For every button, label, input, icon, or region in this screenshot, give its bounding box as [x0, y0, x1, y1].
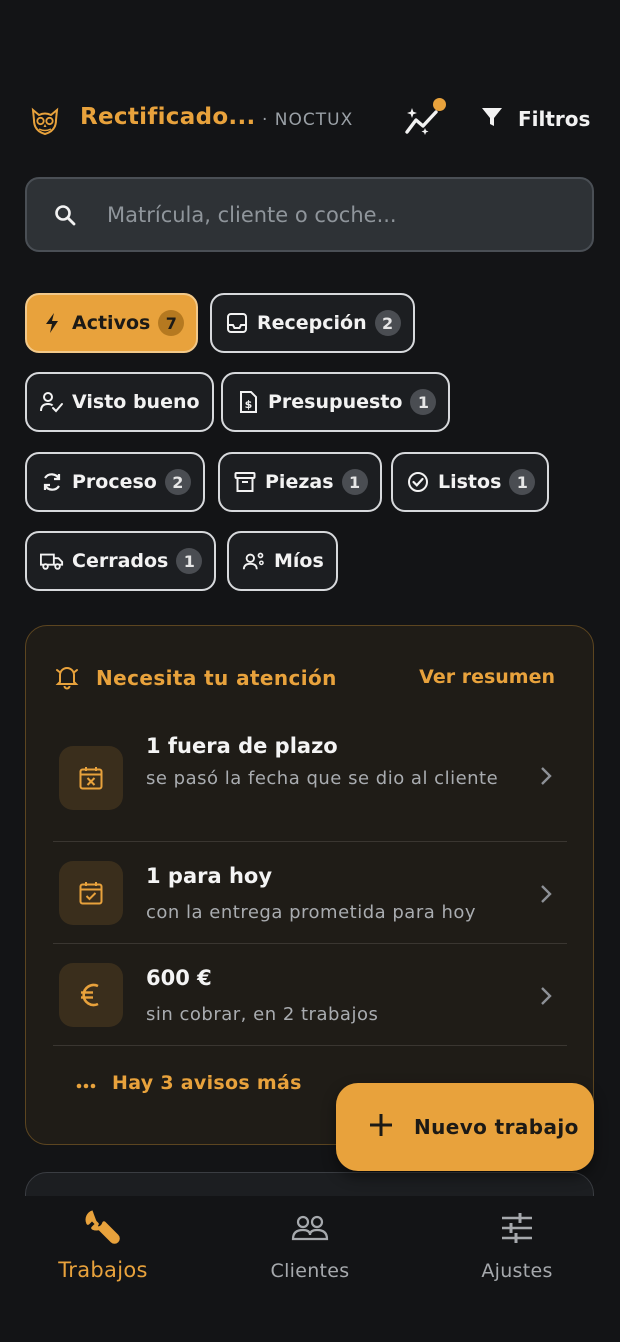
invoice-icon: $ [236, 390, 260, 414]
item-title: 1 fuera de plazo [146, 734, 338, 758]
chip-recepcion[interactable]: Recepción 2 [210, 293, 415, 353]
sliders-icon [417, 1208, 617, 1248]
brand-label: · NOCTUX [262, 110, 354, 130]
calendar-x-icon [59, 746, 123, 810]
users-icon [210, 1208, 410, 1248]
nav-trabajos[interactable]: Trabajos [3, 1208, 203, 1282]
chip-count: 1 [341, 469, 368, 495]
truck-icon [40, 549, 64, 573]
chip-count: 1 [176, 548, 203, 574]
app-title[interactable]: Rectificado... [80, 104, 256, 130]
chip-listos[interactable]: Listos 1 [391, 452, 550, 512]
chevron-right-icon [540, 986, 552, 1010]
user-check-icon [40, 390, 64, 414]
chip-count: 1 [509, 469, 536, 495]
chip-label: Activos [72, 312, 151, 334]
filter-label: Filtros [518, 107, 591, 131]
sync-icon [40, 470, 64, 494]
ellipsis-icon [76, 1074, 96, 1093]
nav-ajustes[interactable]: Ajustes [417, 1208, 617, 1282]
inbox-icon [225, 311, 249, 335]
bottom-nav: Trabajos Clientes Ajustes [0, 1196, 620, 1342]
item-title: 1 para hoy [146, 864, 273, 888]
item-title: 600 € [146, 966, 212, 990]
chip-piezas[interactable]: Piezas 1 [218, 452, 382, 512]
plus-icon [368, 1112, 394, 1142]
chip-proceso[interactable]: Proceso 2 [25, 452, 205, 512]
divider [53, 1045, 567, 1046]
owl-logo-icon [30, 106, 60, 136]
chevron-right-icon [540, 884, 552, 908]
chip-label: Cerrados [72, 550, 169, 572]
chip-label: Visto bueno [72, 391, 200, 413]
attention-item-overdue[interactable]: 1 fuera de plazo se pasó la fecha que se… [53, 722, 566, 840]
new-job-button[interactable]: Nuevo trabajo [336, 1083, 594, 1171]
bell-alert-icon [54, 664, 80, 694]
chip-label: Míos [274, 550, 324, 572]
check-circle-icon [406, 470, 430, 494]
chip-visto-bueno[interactable]: Visto bueno [25, 372, 214, 432]
calendar-check-icon [59, 861, 123, 925]
chip-cerrados[interactable]: Cerrados 1 [25, 531, 217, 591]
funnel-icon [480, 105, 504, 133]
notification-dot [433, 98, 446, 111]
user-gear-icon [242, 549, 266, 573]
item-subtitle: sin cobrar, en 2 trabajos [146, 1004, 379, 1025]
wrench-icon [3, 1208, 203, 1248]
chip-label: Piezas [265, 471, 334, 493]
chip-label: Recepción [257, 312, 367, 334]
item-subtitle: con la entrega prometida para hoy [146, 902, 477, 923]
stats-button[interactable] [402, 98, 446, 140]
chip-presupuesto[interactable]: $ Presupuesto 1 [221, 372, 451, 432]
attention-card: Necesita tu atención Ver resumen 1 fuera… [25, 625, 594, 1145]
chip-label: Proceso [72, 471, 157, 493]
attention-item-unpaid[interactable]: 600 € sin cobrar, en 2 trabajos [53, 944, 566, 1045]
chip-count: 7 [158, 310, 185, 336]
chip-label: Presupuesto [268, 391, 403, 413]
search-icon [53, 203, 77, 231]
chip-activos[interactable]: Activos 7 [25, 293, 199, 353]
bolt-icon [40, 311, 64, 335]
chip-count: 2 [374, 310, 401, 336]
item-subtitle: se pasó la fecha que se dio al cliente [146, 768, 499, 789]
filter-button[interactable]: Filtros [480, 104, 590, 134]
nav-clientes[interactable]: Clientes [210, 1208, 410, 1282]
more-alerts-link[interactable]: Hay 3 avisos más [76, 1072, 302, 1094]
chip-mios[interactable]: Míos [227, 531, 338, 591]
svg-text:$: $ [245, 398, 253, 411]
chip-count: 2 [164, 469, 191, 495]
archive-icon [233, 470, 257, 494]
more-alerts-label: Hay 3 avisos más [112, 1072, 302, 1094]
chevron-right-icon [540, 766, 552, 790]
search-input[interactable] [107, 179, 567, 250]
chip-label: Listos [438, 471, 502, 493]
new-job-label: Nuevo trabajo [414, 1115, 579, 1139]
nav-label: Trabajos [58, 1258, 148, 1282]
euro-icon [59, 963, 123, 1027]
trending-sparkle-icon [404, 106, 442, 140]
nav-label: Ajustes [481, 1260, 553, 1282]
attention-item-today[interactable]: 1 para hoy con la entrega prometida para… [53, 842, 566, 943]
attention-title: Necesita tu atención [96, 666, 337, 690]
app-header: Rectificado... · NOCTUX Filtros [0, 92, 620, 148]
nav-label: Clientes [270, 1260, 350, 1282]
view-summary-link[interactable]: Ver resumen [419, 666, 555, 688]
search-bar [25, 177, 594, 252]
chip-count: 1 [410, 389, 437, 415]
